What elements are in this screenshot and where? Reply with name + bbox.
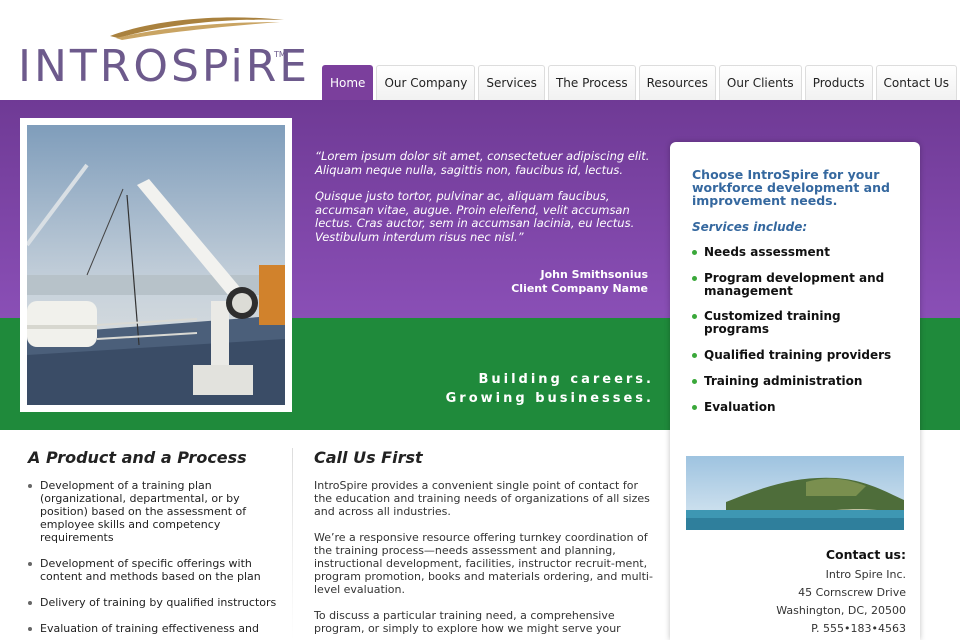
hero-photo-frame <box>20 118 292 412</box>
call-us-paragraph-2: We’re a responsive resource offering tur… <box>314 531 653 596</box>
tab-products[interactable]: Products <box>804 65 873 100</box>
testimonial-author: John Smithsonius Client Company Name <box>440 268 648 296</box>
tagline-line-2: Growing businesses. <box>445 391 654 406</box>
tagline-line-1: Building careers. <box>478 372 654 387</box>
service-item: Evaluation <box>692 401 907 414</box>
service-item: Program development and management <box>692 272 907 298</box>
introspire-logo[interactable]: INTROSPiRE TM <box>16 14 307 94</box>
green-dot-icon <box>692 353 697 358</box>
island-coast-photo <box>686 456 904 530</box>
list-item: Development of specific offerings with c… <box>28 557 284 583</box>
hero-tagline: Building careers. Growing businesses. <box>380 370 654 408</box>
quote-paragraph-1: “Lorem ipsum dolor sit amet, consectetue… <box>315 149 650 177</box>
author-company: Client Company Name <box>511 282 648 295</box>
service-item: Needs assessment <box>692 246 907 259</box>
quote-paragraph-2: Quisque justo tortor, pulvinar ac, aliqu… <box>315 189 635 244</box>
product-process-section: A Product and a Process Development of a… <box>28 448 284 640</box>
green-dot-icon <box>692 379 697 384</box>
call-us-section: Call Us First IntroSpire provides a conv… <box>314 448 654 640</box>
services-list: Needs assessment Program development and… <box>692 246 907 427</box>
list-item: Evaluation of training effectiveness and <box>28 622 284 635</box>
tab-resources[interactable]: Resources <box>638 65 716 100</box>
contact-city: Washington, DC, 20500 <box>776 604 906 617</box>
tab-our-clients[interactable]: Our Clients <box>718 65 802 100</box>
green-dot-icon <box>692 276 697 281</box>
gray-dot-icon <box>28 601 32 605</box>
gray-dot-icon <box>28 484 32 488</box>
service-item: Customized training programs <box>692 310 907 336</box>
call-us-paragraph-1: IntroSpire provides a convenient single … <box>314 479 650 518</box>
author-name: John Smithsonius <box>540 268 648 281</box>
service-item: Training administration <box>692 375 907 388</box>
call-us-title: Call Us First <box>314 448 423 467</box>
client-testimonial: “Lorem ipsum dolor sit amet, consectetue… <box>315 149 655 257</box>
logo-swoosh-icon <box>110 17 284 40</box>
green-dot-icon <box>692 314 697 319</box>
call-us-paragraph-3: To discuss a particular training need, a… <box>314 609 621 635</box>
panel-title: Choose IntroSpire for your workforce dev… <box>692 167 890 208</box>
tab-the-process[interactable]: The Process <box>547 65 636 100</box>
gray-dot-icon <box>28 562 32 566</box>
contact-block: Contact us: Intro Spire Inc. 45 Cornscre… <box>700 547 906 638</box>
list-item: Development of a training plan (organiza… <box>28 479 284 544</box>
green-dot-icon <box>692 405 697 410</box>
tab-home[interactable]: Home <box>322 65 374 100</box>
logo-trademark: TM <box>274 50 286 59</box>
logo-wordmark: INTROSPiRE <box>18 41 311 92</box>
service-item: Qualified training providers <box>692 349 907 362</box>
list-item: Delivery of training by qualified instru… <box>28 596 284 609</box>
services-subtitle: Services include: <box>692 220 808 234</box>
contact-phone: P. 555•183•4563 <box>811 622 906 635</box>
ship-crane-photo <box>27 125 285 405</box>
contact-street: 45 Cornscrew Drive <box>798 586 906 599</box>
gray-dot-icon <box>28 627 32 631</box>
green-dot-icon <box>692 250 697 255</box>
main-nav: Home Our Company Services The Process Re… <box>322 65 958 100</box>
column-divider <box>292 448 293 640</box>
header: INTROSPiRE TM Home Our Company Services … <box>0 0 960 100</box>
contact-company: Intro Spire Inc. <box>825 568 906 581</box>
product-process-title: A Product and a Process <box>28 448 247 467</box>
tab-our-company[interactable]: Our Company <box>376 65 476 100</box>
contact-title: Contact us: <box>825 547 906 562</box>
tab-contact-us[interactable]: Contact Us <box>875 65 958 100</box>
product-process-list: Development of a training plan (organiza… <box>28 479 284 635</box>
tab-services[interactable]: Services <box>478 65 545 100</box>
